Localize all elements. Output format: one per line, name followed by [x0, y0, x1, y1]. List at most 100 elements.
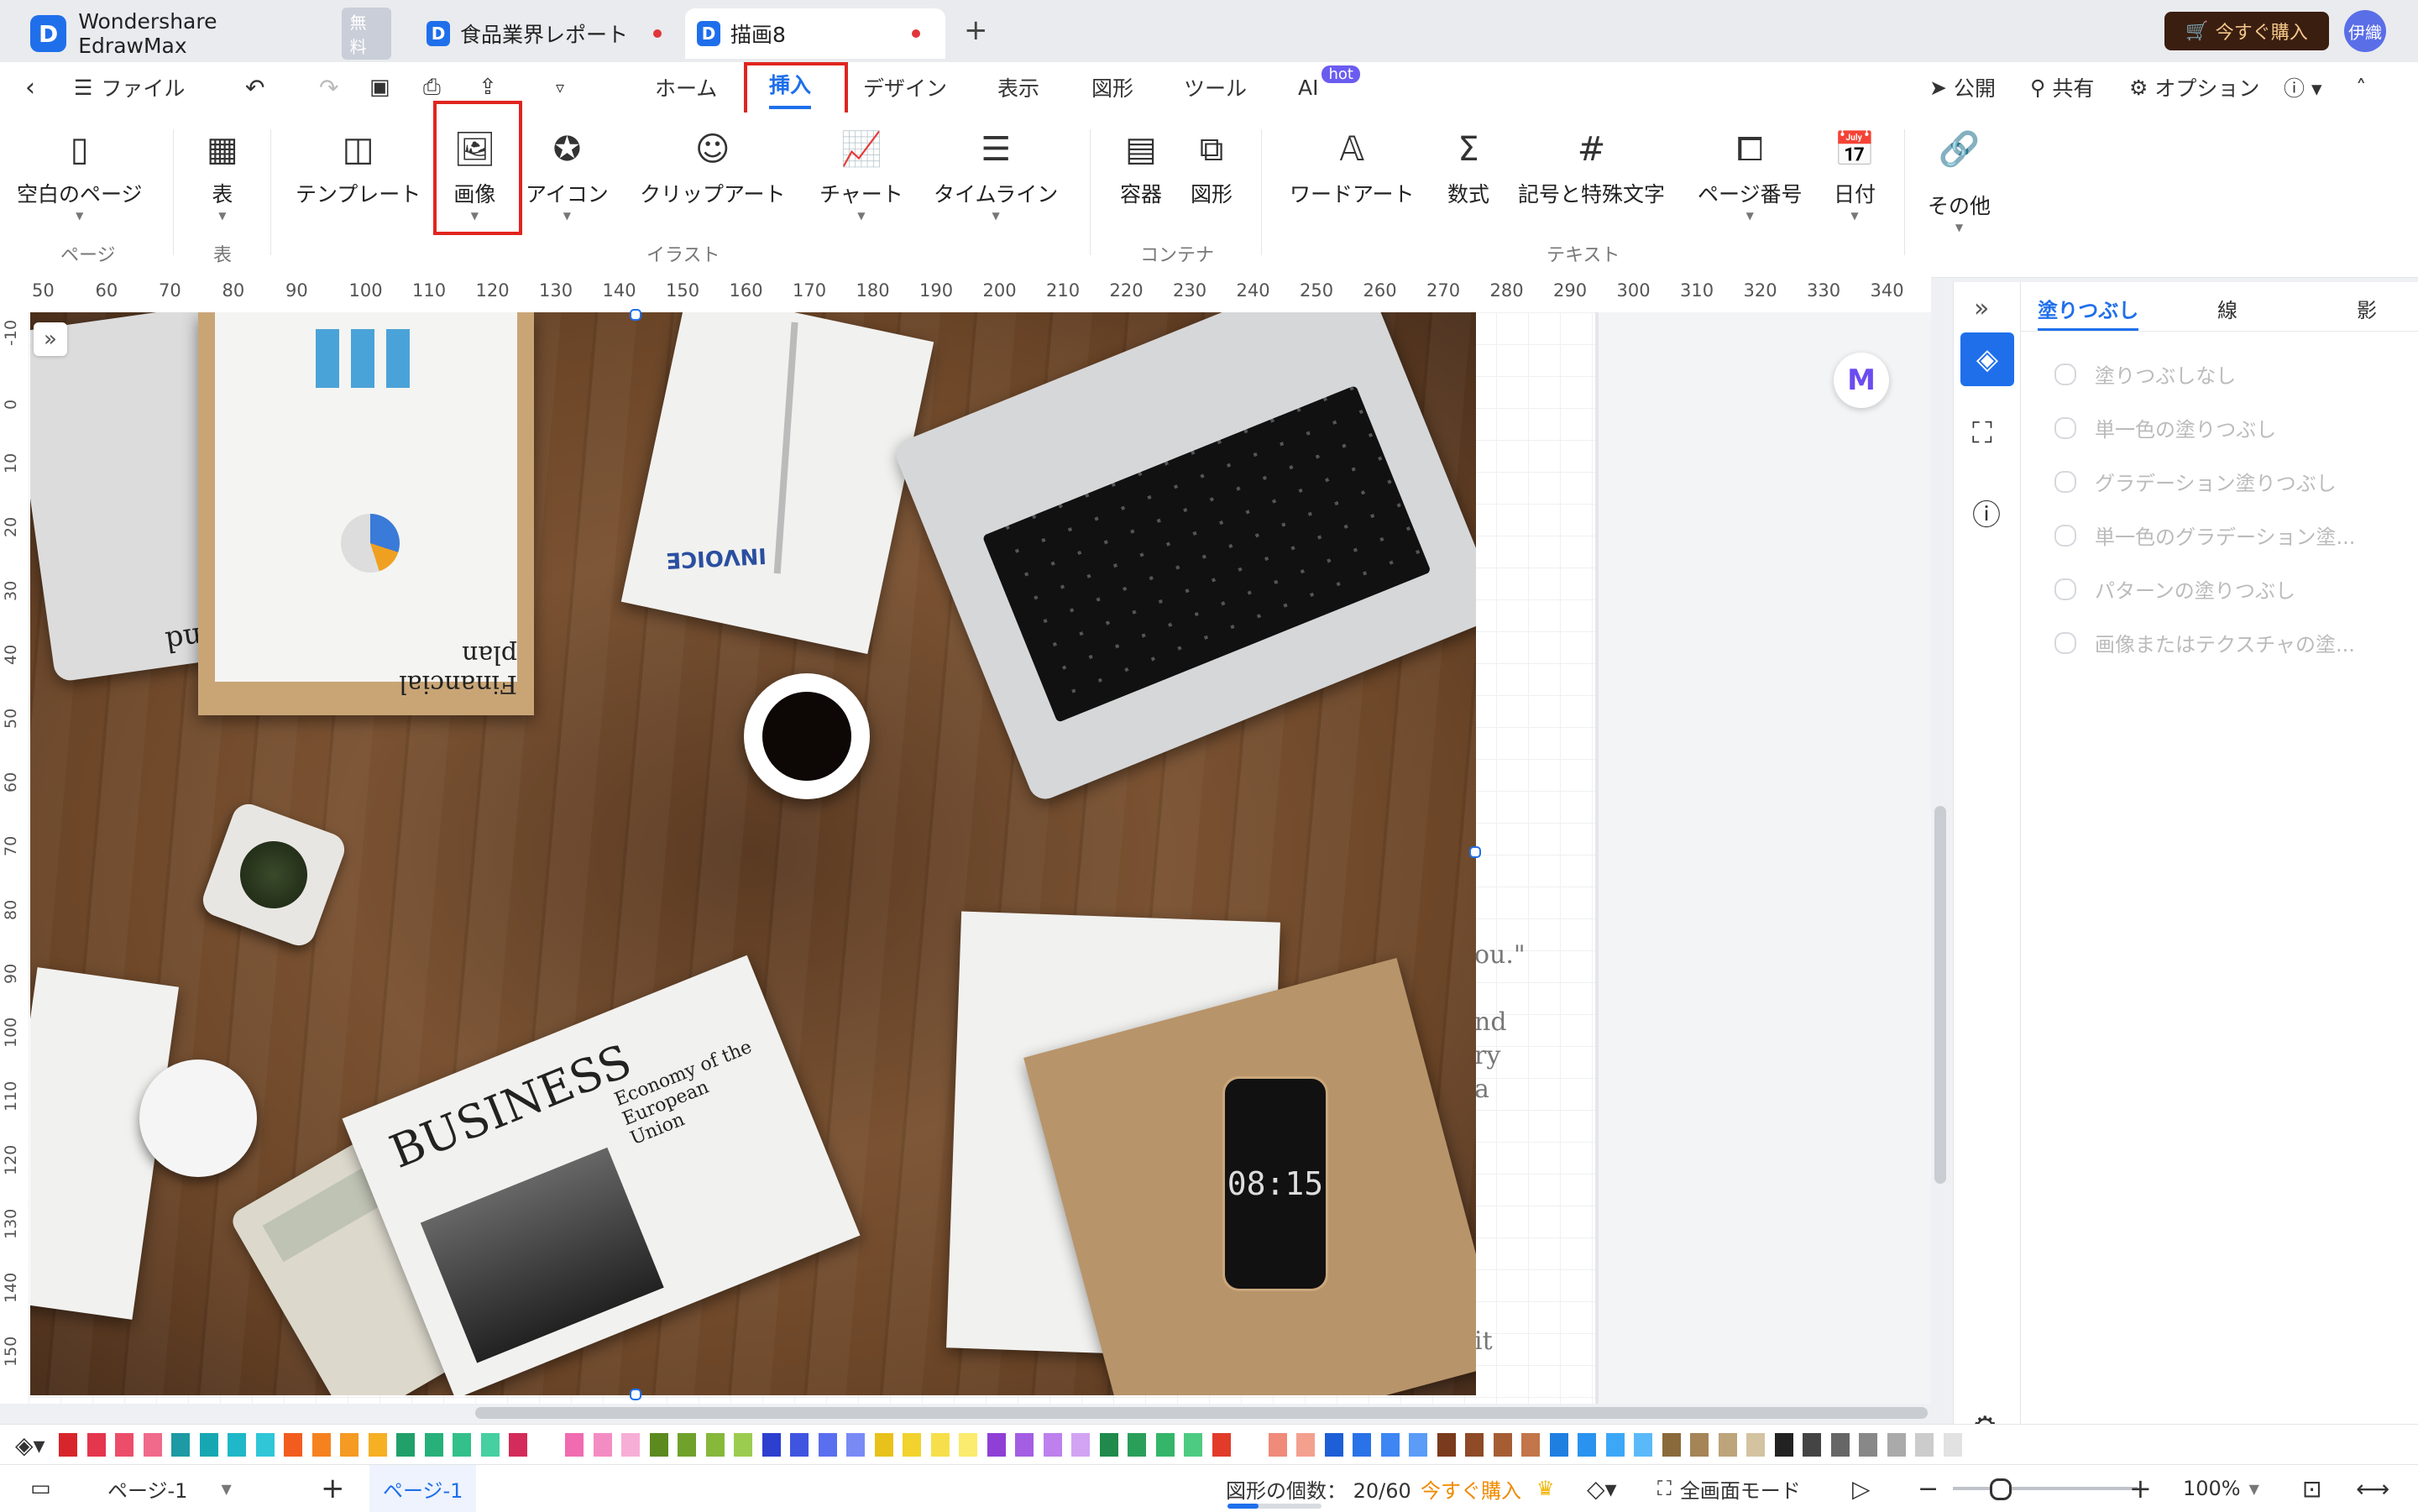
- color-swatch[interactable]: [705, 1433, 725, 1457]
- expand-library-icon[interactable]: »: [34, 322, 67, 356]
- wordart-button[interactable]: 𝔸 ワードアート: [1290, 126, 1415, 208]
- zoom-in-icon[interactable]: +: [2129, 1465, 2152, 1512]
- quick-access-more-icon[interactable]: ▿: [556, 62, 564, 112]
- color-swatch[interactable]: [1184, 1433, 1202, 1457]
- color-swatch[interactable]: [930, 1433, 950, 1457]
- page-panel-toggle-icon[interactable]: ▭: [30, 1465, 51, 1512]
- color-swatch[interactable]: [228, 1433, 246, 1457]
- publish-button[interactable]: ➤ 公開: [1929, 62, 1996, 112]
- color-swatch[interactable]: [1324, 1433, 1343, 1457]
- tab-drawing8[interactable]: D 描画8: [685, 8, 945, 59]
- date-button[interactable]: 📅 日付 ▼: [1834, 126, 1876, 222]
- options-button[interactable]: ⚙ オプション: [2129, 62, 2259, 112]
- menu-design[interactable]: デザイン: [863, 62, 947, 112]
- add-page-icon[interactable]: +: [321, 1465, 345, 1512]
- color-swatch[interactable]: [59, 1433, 77, 1457]
- icon-button[interactable]: ✪ アイコン ▼: [526, 126, 609, 222]
- status-buy-link[interactable]: 今すぐ購入: [1421, 1465, 1521, 1512]
- page-number-button[interactable]: ⧠ ページ番号 ▼: [1698, 126, 1803, 222]
- color-swatch[interactable]: [199, 1433, 218, 1457]
- color-swatch[interactable]: [762, 1433, 781, 1457]
- color-swatch[interactable]: [649, 1433, 668, 1457]
- color-swatch[interactable]: [1493, 1433, 1512, 1457]
- color-swatch[interactable]: [1240, 1433, 1259, 1457]
- color-swatch[interactable]: [396, 1433, 415, 1457]
- share-button[interactable]: ⚲ 共有: [2030, 62, 2094, 112]
- color-swatch[interactable]: [480, 1433, 500, 1457]
- color-swatch[interactable]: [1803, 1433, 1821, 1457]
- color-swatch[interactable]: [311, 1433, 331, 1457]
- color-swatch[interactable]: [1549, 1433, 1568, 1457]
- panel-tab-shadow[interactable]: 影: [2357, 294, 2377, 323]
- tab-app-home[interactable]: D Wondershare EdrawMax 無料: [30, 8, 391, 60]
- zoom-level[interactable]: 100% ▼: [2183, 1465, 2259, 1512]
- other-button[interactable]: 🔗 その他 ▼: [1928, 126, 1991, 233]
- color-swatch[interactable]: [424, 1433, 443, 1457]
- color-swatch[interactable]: [115, 1433, 133, 1457]
- fit-width-icon[interactable]: ⟷: [2356, 1465, 2389, 1512]
- color-swatch[interactable]: [509, 1433, 527, 1457]
- color-swatch[interactable]: [959, 1433, 977, 1457]
- zoom-slider[interactable]: [1953, 1478, 2138, 1500]
- color-swatch[interactable]: [1859, 1433, 1877, 1457]
- radio-button[interactable]: [2054, 631, 2076, 654]
- color-swatch[interactable]: [1437, 1433, 1456, 1457]
- selection-handle[interactable]: [630, 309, 641, 321]
- new-tab-plus-icon[interactable]: +: [964, 13, 988, 47]
- color-swatch[interactable]: [846, 1433, 865, 1457]
- color-swatch[interactable]: [86, 1433, 106, 1457]
- inserted-image-desk[interactable]: Tax Refund Form Financial plan INVOICE B…: [30, 312, 1476, 1395]
- fill-option-none[interactable]: 塗りつぶしなし: [2054, 359, 2236, 389]
- shape-button[interactable]: ⧉ 図形: [1191, 126, 1233, 208]
- color-swatch[interactable]: [1830, 1433, 1850, 1457]
- color-swatch[interactable]: [1128, 1433, 1146, 1457]
- fill-option-texture[interactable]: 画像またはテクスチャの塗...: [2054, 628, 2355, 657]
- color-swatch[interactable]: [1015, 1433, 1034, 1457]
- panel-tab-fill[interactable]: 塗りつぶし: [2038, 294, 2139, 331]
- horizontal-scrollbar[interactable]: [475, 1407, 1928, 1419]
- menu-view[interactable]: 表示: [997, 62, 1039, 112]
- color-swatch[interactable]: [1605, 1433, 1625, 1457]
- color-swatch[interactable]: [1155, 1433, 1175, 1457]
- radio-button[interactable]: [2054, 363, 2076, 385]
- fill-color-picker-icon[interactable]: ◈▾: [15, 1431, 45, 1459]
- page-select[interactable]: ページ-1 ▼: [107, 1465, 232, 1512]
- color-swatch[interactable]: [678, 1433, 696, 1457]
- color-swatch[interactable]: [818, 1433, 837, 1457]
- color-swatch[interactable]: [565, 1433, 584, 1457]
- color-swatch[interactable]: [368, 1433, 387, 1457]
- tab-food-report[interactable]: D 食品業界レポート: [427, 8, 670, 59]
- color-swatch[interactable]: [903, 1433, 921, 1457]
- blank-page-button[interactable]: ▯ 空白のページ ▼: [17, 126, 143, 222]
- save-icon[interactable]: ▣: [369, 62, 390, 112]
- color-swatch[interactable]: [536, 1433, 556, 1457]
- presentation-icon[interactable]: ⛶: [1972, 416, 1992, 450]
- menu-home[interactable]: ホーム: [655, 62, 717, 112]
- ai-assistant-icon[interactable]: M: [1834, 353, 1889, 408]
- color-swatch[interactable]: [1746, 1433, 1765, 1457]
- color-swatch[interactable]: [1099, 1433, 1118, 1457]
- selection-handle[interactable]: [1469, 846, 1481, 858]
- color-swatch[interactable]: [1718, 1433, 1737, 1457]
- menu-tools[interactable]: ツール: [1184, 62, 1247, 112]
- undo-icon[interactable]: ↶: [245, 62, 264, 112]
- color-swatch[interactable]: [1409, 1433, 1427, 1457]
- zoom-out-icon[interactable]: −: [1918, 1465, 1939, 1512]
- color-swatch[interactable]: [453, 1433, 471, 1457]
- fullscreen-button[interactable]: ⛶ 全画面モード: [1657, 1465, 1801, 1512]
- color-swatch[interactable]: [1578, 1433, 1596, 1457]
- color-swatch[interactable]: [1521, 1433, 1540, 1457]
- color-swatch[interactable]: [1690, 1433, 1709, 1457]
- timeline-button[interactable]: ☰ タイムライン ▼: [934, 126, 1058, 222]
- container-button[interactable]: ▤ 容器: [1120, 126, 1162, 208]
- menu-ai[interactable]: AI hot: [1298, 62, 1360, 112]
- collapse-ribbon-icon[interactable]: ˄: [2356, 62, 2367, 112]
- help-dropdown-icon[interactable]: ⓘ ▾: [2284, 62, 2322, 112]
- fill-option-gradient[interactable]: グラデーション塗りつぶし: [2054, 467, 2337, 496]
- color-swatch[interactable]: [1662, 1433, 1681, 1457]
- fill-option-solid[interactable]: 単一色の塗りつぶし: [2054, 413, 2276, 442]
- fill-bucket-icon[interactable]: ◈: [1960, 332, 2014, 386]
- menu-shape[interactable]: 図形: [1091, 62, 1133, 112]
- color-swatch[interactable]: [143, 1433, 162, 1457]
- radio-button[interactable]: [2054, 524, 2076, 547]
